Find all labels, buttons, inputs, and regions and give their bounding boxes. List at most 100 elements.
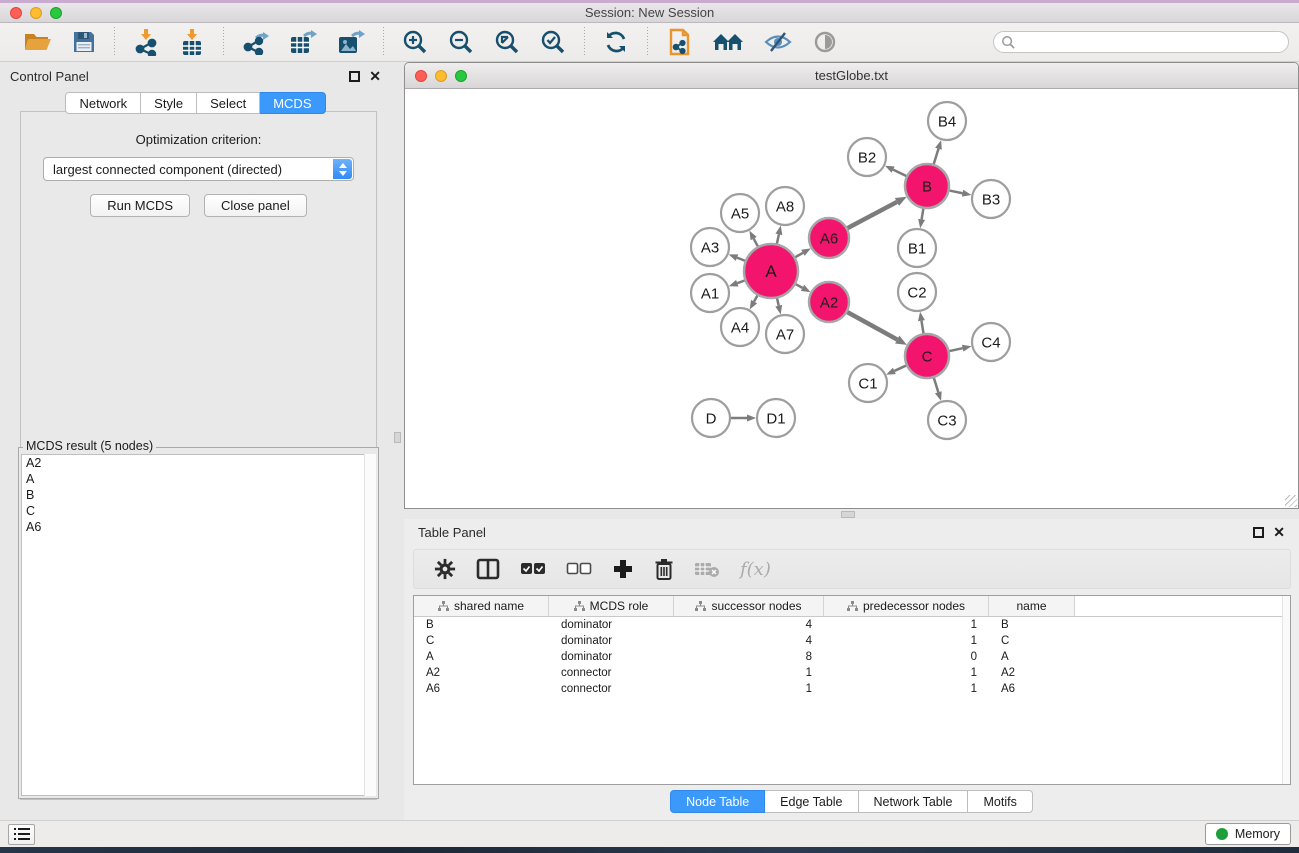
table-cell[interactable]: 0 — [824, 651, 989, 663]
table-cell[interactable]: connector — [549, 683, 674, 695]
table-cell[interactable]: dominator — [549, 635, 674, 647]
network-node-C[interactable]: C — [905, 334, 949, 378]
network-node-A5[interactable]: A5 — [721, 194, 759, 232]
resize-grip-icon[interactable] — [1285, 495, 1297, 507]
export-table-button[interactable] — [283, 27, 323, 57]
close-panel-button-2[interactable]: Close panel — [204, 194, 307, 217]
import-network-button[interactable] — [127, 27, 165, 58]
tab-network[interactable]: Network — [65, 92, 141, 114]
column-header-successor-nodes[interactable]: successor nodes — [674, 596, 824, 616]
delete-table-button[interactable] — [686, 557, 728, 581]
table-row[interactable]: Bdominator41B — [414, 617, 1290, 633]
network-node-B3[interactable]: B3 — [972, 180, 1010, 218]
network-node-A4[interactable]: A4 — [721, 308, 759, 346]
network-node-B[interactable]: B — [905, 164, 949, 208]
network-node-A2[interactable]: A2 — [809, 282, 849, 322]
network-node-A1[interactable]: A1 — [691, 274, 729, 312]
table-cell[interactable]: A2 — [989, 667, 1075, 679]
table-cell[interactable]: dominator — [549, 619, 674, 631]
hide-graphics-button[interactable] — [806, 28, 844, 56]
network-node-A7[interactable]: A7 — [766, 315, 804, 353]
result-item[interactable]: C — [22, 503, 375, 519]
vertical-splitter[interactable] — [391, 62, 404, 820]
table-cell[interactable]: C — [989, 635, 1075, 647]
table-settings-button[interactable] — [426, 555, 464, 583]
home-layout-button[interactable] — [706, 28, 750, 56]
table-cell[interactable]: C — [414, 635, 549, 647]
result-item[interactable]: B — [22, 487, 375, 503]
float-panel-button[interactable] — [349, 71, 360, 82]
table-row[interactable]: A2connector11A2 — [414, 665, 1290, 681]
table-cell[interactable]: dominator — [549, 651, 674, 663]
table-row[interactable]: Adominator80A — [414, 649, 1290, 665]
tab-style[interactable]: Style — [141, 92, 197, 114]
tab-motifs[interactable]: Motifs — [968, 790, 1032, 813]
table-cell[interactable]: 1 — [824, 635, 989, 647]
tab-node-table[interactable]: Node Table — [670, 790, 765, 813]
close-table-panel-button[interactable]: ✕ — [1273, 527, 1285, 538]
table-cell[interactable]: 1 — [824, 667, 989, 679]
network-node-D[interactable]: D — [692, 399, 730, 437]
tab-edge-table[interactable]: Edge Table — [765, 790, 858, 813]
column-header-predecessor-nodes[interactable]: predecessor nodes — [824, 596, 989, 616]
table-cell[interactable]: 8 — [674, 651, 824, 663]
result-item[interactable]: A2 — [22, 455, 375, 471]
splitter-handle[interactable] — [841, 511, 855, 518]
zoom-selected-button[interactable] — [534, 27, 572, 57]
network-node-B2[interactable]: B2 — [848, 138, 886, 176]
table-cell[interactable]: 1 — [824, 683, 989, 695]
result-item[interactable]: A — [22, 471, 375, 487]
close-panel-button[interactable]: ✕ — [369, 71, 381, 82]
float-table-panel-button[interactable] — [1253, 527, 1264, 538]
network-canvas[interactable]: B4B2BB3B1A5A8A6A3AA1A2A4A7C2CC4C1C3DD1 — [405, 89, 1298, 508]
criterion-select[interactable]: largest connected component (directed) — [43, 157, 354, 181]
table-cell[interactable]: 4 — [674, 619, 824, 631]
splitter-handle[interactable] — [394, 432, 401, 443]
search-field[interactable] — [993, 31, 1289, 53]
network-node-B1[interactable]: B1 — [898, 229, 936, 267]
network-node-A[interactable]: A — [744, 244, 798, 298]
table-cell[interactable]: 4 — [674, 635, 824, 647]
select-all-columns-button[interactable] — [512, 559, 554, 579]
network-node-A3[interactable]: A3 — [691, 228, 729, 266]
network-node-B4[interactable]: B4 — [928, 102, 966, 140]
show-graphics-details-button[interactable] — [758, 28, 798, 56]
network-node-C3[interactable]: C3 — [928, 401, 966, 439]
result-item[interactable]: A6 — [22, 519, 375, 535]
column-header-MCDS-role[interactable]: MCDS role — [549, 596, 674, 616]
table-cell[interactable]: A2 — [414, 667, 549, 679]
duplicate-network-button[interactable] — [660, 26, 698, 58]
show-column-button[interactable] — [468, 555, 508, 583]
table-cell[interactable]: 1 — [824, 619, 989, 631]
run-mcds-button[interactable]: Run MCDS — [90, 194, 190, 217]
export-image-button[interactable] — [331, 27, 371, 57]
zoom-in-button[interactable] — [396, 27, 434, 57]
zoom-fit-button[interactable] — [488, 27, 526, 57]
network-node-D1[interactable]: D1 — [757, 399, 795, 437]
network-node-A6[interactable]: A6 — [809, 218, 849, 258]
table-cell[interactable]: connector — [549, 667, 674, 679]
tab-network-table[interactable]: Network Table — [859, 790, 969, 813]
table-row[interactable]: A6connector11A6 — [414, 681, 1290, 697]
memory-button[interactable]: Memory — [1205, 823, 1291, 845]
column-header-shared-name[interactable]: shared name — [414, 596, 549, 616]
table-cell[interactable]: A — [414, 651, 549, 663]
table-cell[interactable]: A — [989, 651, 1075, 663]
search-input[interactable] — [1016, 35, 1288, 49]
zoom-out-button[interactable] — [442, 27, 480, 57]
table-cell[interactable]: A6 — [989, 683, 1075, 695]
save-session-button[interactable] — [66, 28, 102, 56]
tab-select[interactable]: Select — [197, 92, 260, 114]
table-cell[interactable]: B — [414, 619, 549, 631]
create-column-button[interactable] — [604, 555, 642, 583]
task-history-button[interactable] — [8, 824, 35, 845]
table-scrollbar[interactable] — [1282, 596, 1290, 784]
tab-mcds[interactable]: MCDS — [260, 92, 325, 114]
network-node-C2[interactable]: C2 — [898, 273, 936, 311]
open-file-button[interactable] — [18, 28, 58, 56]
table-cell[interactable]: 1 — [674, 667, 824, 679]
result-scrollbar[interactable] — [364, 454, 376, 796]
table-cell[interactable]: A6 — [414, 683, 549, 695]
function-builder-button[interactable]: f(x) — [732, 556, 779, 583]
network-node-C4[interactable]: C4 — [972, 323, 1010, 361]
